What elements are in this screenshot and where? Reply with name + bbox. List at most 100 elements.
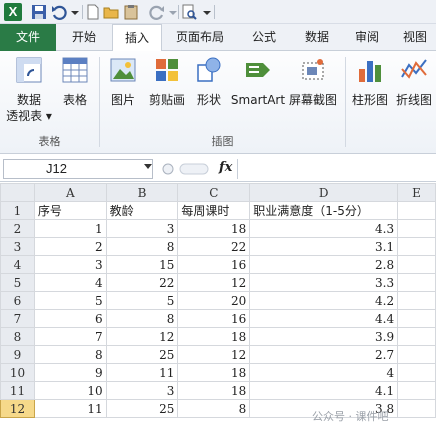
cell-e[interactable]: [397, 381, 436, 400]
cell-c[interactable]: 12: [177, 345, 251, 364]
cell-c[interactable]: 20: [177, 291, 251, 310]
cell-e[interactable]: [397, 363, 436, 382]
cell-b[interactable]: 3: [105, 219, 179, 238]
tab-page-layout[interactable]: 页面布局: [166, 24, 234, 51]
name-box-dropdown-icon[interactable]: [144, 164, 152, 169]
cell-e[interactable]: [397, 273, 436, 292]
cell-b[interactable]: 11: [105, 363, 179, 382]
open-folder-icon[interactable]: [102, 3, 120, 21]
cell-d[interactable]: 4.1: [249, 381, 399, 400]
row-header[interactable]: 2: [0, 219, 35, 238]
cell-b[interactable]: 5: [105, 291, 179, 310]
cell-c[interactable]: 每周课时: [177, 201, 251, 220]
cell-c[interactable]: 18: [177, 327, 251, 346]
cell-c[interactable]: 8: [177, 399, 251, 418]
tab-data[interactable]: 数据: [294, 24, 340, 51]
insert-function-icon[interactable]: fx: [219, 160, 232, 175]
cell-b[interactable]: 22: [105, 273, 179, 292]
column-header-c[interactable]: C: [177, 183, 251, 202]
cell-a[interactable]: 序号: [33, 201, 107, 220]
cell-a[interactable]: 10: [33, 381, 107, 400]
row-header[interactable]: 10: [0, 363, 35, 382]
print-preview-icon[interactable]: [180, 3, 198, 21]
row-header[interactable]: 5: [0, 273, 35, 292]
cell-e[interactable]: [397, 309, 436, 328]
row-header[interactable]: 8: [0, 327, 35, 346]
cell-d[interactable]: 2.8: [249, 255, 399, 274]
cell-c[interactable]: 18: [177, 219, 251, 238]
cell-a[interactable]: 8: [33, 345, 107, 364]
cell-c[interactable]: 22: [177, 237, 251, 256]
tab-view[interactable]: 视图: [394, 24, 436, 51]
column-chart-button[interactable]: 柱形图: [348, 55, 392, 108]
tab-insert[interactable]: 插入: [112, 24, 162, 52]
screenshot-button[interactable]: 屏幕截图: [288, 55, 338, 108]
cell-d[interactable]: 3.9: [249, 327, 399, 346]
cell-d[interactable]: 3.1: [249, 237, 399, 256]
tab-review[interactable]: 审阅: [344, 24, 390, 51]
table-button[interactable]: 表格: [56, 55, 94, 108]
new-file-icon[interactable]: [84, 3, 102, 21]
cell-c[interactable]: 16: [177, 255, 251, 274]
pivot-table-button[interactable]: 数据 透视表 ▾: [4, 55, 54, 124]
cell-c[interactable]: 18: [177, 363, 251, 382]
row-header[interactable]: 4: [0, 255, 35, 274]
cell-b[interactable]: 25: [105, 399, 179, 418]
cell-b[interactable]: 25: [105, 345, 179, 364]
row-header[interactable]: 7: [0, 309, 35, 328]
row-header[interactable]: 11: [0, 381, 35, 400]
line-chart-button[interactable]: 折线图: [392, 55, 436, 108]
cell-a[interactable]: 7: [33, 327, 107, 346]
cell-a[interactable]: 4: [33, 273, 107, 292]
paste-icon[interactable]: [122, 3, 140, 21]
save-icon[interactable]: [30, 3, 48, 21]
cell-e[interactable]: [397, 399, 436, 418]
cell-b[interactable]: 8: [105, 237, 179, 256]
name-box[interactable]: J12: [3, 159, 153, 179]
cell-d[interactable]: 4.2: [249, 291, 399, 310]
cell-c[interactable]: 12: [177, 273, 251, 292]
cell-e[interactable]: [397, 237, 436, 256]
tab-file[interactable]: 文件: [0, 24, 56, 51]
column-header-b[interactable]: B: [105, 183, 179, 202]
tab-formulas[interactable]: 公式: [238, 24, 290, 51]
shapes-button[interactable]: 形状: [192, 55, 226, 108]
column-header-d[interactable]: D: [249, 183, 399, 202]
cell-e[interactable]: [397, 345, 436, 364]
cell-a[interactable]: 1: [33, 219, 107, 238]
cell-b[interactable]: 8: [105, 309, 179, 328]
row-header[interactable]: 6: [0, 291, 35, 310]
cell-e[interactable]: [397, 201, 436, 220]
row-header[interactable]: 9: [0, 345, 35, 364]
cell-e[interactable]: [397, 219, 436, 238]
cell-a[interactable]: 9: [33, 363, 107, 382]
cell-e[interactable]: [397, 255, 436, 274]
cell-e[interactable]: [397, 291, 436, 310]
cell-a[interactable]: 5: [33, 291, 107, 310]
cell-d[interactable]: 职业满意度（1-5分）: [249, 201, 399, 220]
column-header-e[interactable]: E: [397, 183, 436, 202]
row-header[interactable]: 12: [0, 399, 35, 418]
cell-a[interactable]: 3: [33, 255, 107, 274]
cell-c[interactable]: 16: [177, 309, 251, 328]
picture-button[interactable]: 图片: [104, 55, 142, 108]
cell-d[interactable]: 3.3: [249, 273, 399, 292]
column-header-a[interactable]: A: [33, 183, 107, 202]
row-header[interactable]: 1: [0, 201, 35, 220]
cell-c[interactable]: 18: [177, 381, 251, 400]
cell-b[interactable]: 3: [105, 381, 179, 400]
smartart-button[interactable]: SmartArt: [230, 55, 286, 108]
formula-input[interactable]: [237, 159, 436, 179]
cell-a[interactable]: 2: [33, 237, 107, 256]
cell-a[interactable]: 6: [33, 309, 107, 328]
select-all-corner[interactable]: [0, 183, 35, 202]
cell-e[interactable]: [397, 327, 436, 346]
cell-b[interactable]: 15: [105, 255, 179, 274]
cell-d[interactable]: 2.7: [249, 345, 399, 364]
cell-a[interactable]: 11: [33, 399, 107, 418]
cell-b[interactable]: 12: [105, 327, 179, 346]
row-header[interactable]: 3: [0, 237, 35, 256]
formula-bar-resize-handle[interactable]: [160, 161, 210, 177]
tab-home[interactable]: 开始: [60, 24, 108, 51]
clip-art-button[interactable]: 剪贴画: [144, 55, 190, 108]
